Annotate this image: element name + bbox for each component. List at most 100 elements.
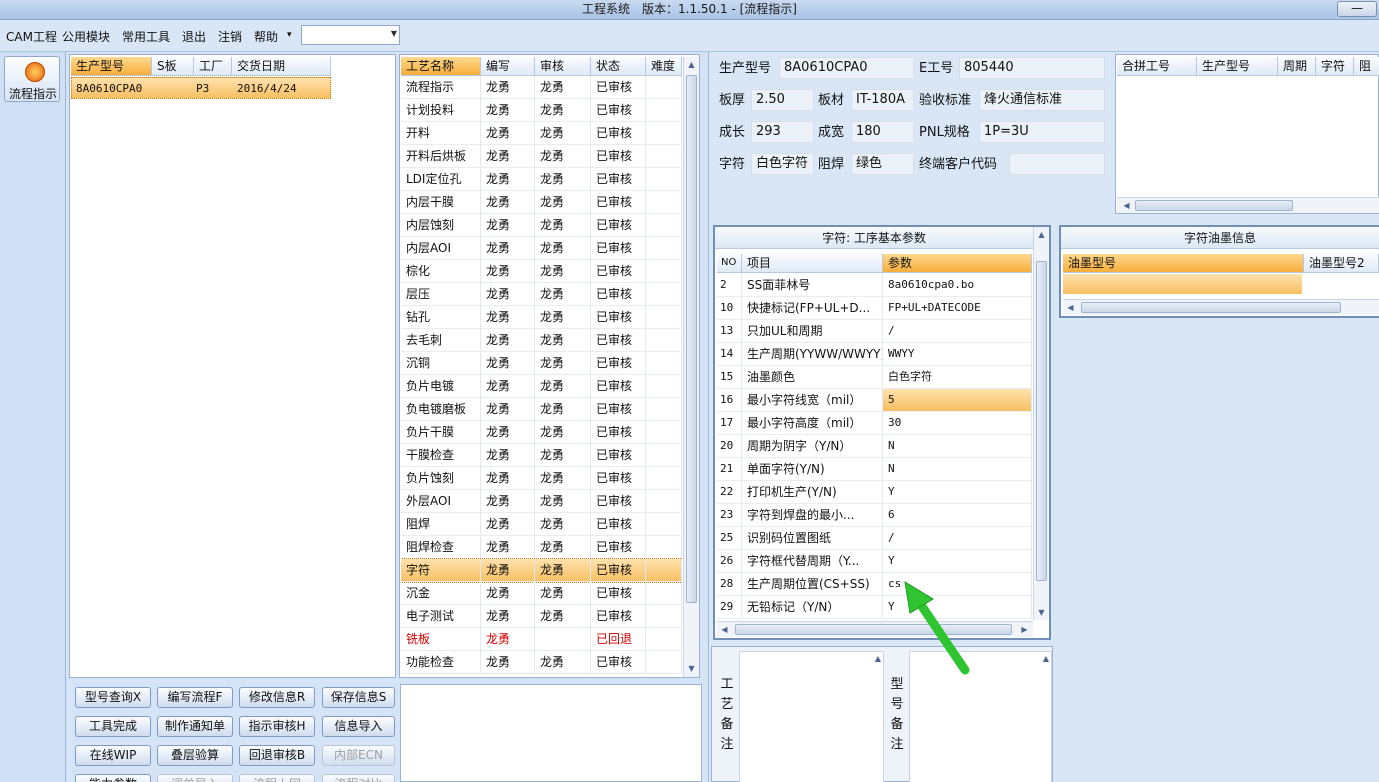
module-combo[interactable]: ▼ <box>301 25 400 45</box>
process-note-field[interactable]: ▲ <box>739 651 884 782</box>
process-col-name[interactable]: 工艺名称 <box>401 57 481 76</box>
scroll-thumb[interactable] <box>686 75 697 603</box>
scroll-up-icon[interactable]: ▲ <box>1043 654 1049 663</box>
menu-cam[interactable]: CAM工程 <box>6 28 57 45</box>
table-row[interactable]: 负片蚀刻 龙勇 龙勇 已审核 <box>401 467 682 490</box>
tool-done-button[interactable]: 工具完成 <box>75 716 151 737</box>
table-row[interactable]: 10 快捷标记(FP+UL+D... FP+UL+DATECODE <box>717 297 1032 320</box>
process-col-reviewer[interactable]: 审核 <box>535 57 591 76</box>
model-field[interactable]: 8A0610CPA0 <box>779 57 914 79</box>
thickness-field[interactable]: 2.50 <box>751 89 814 111</box>
help-dropdown-icon[interactable]: ▾ <box>287 30 292 40</box>
menu-common-modules[interactable]: 公用模块 <box>62 28 110 45</box>
table-row[interactable]: 干膜检查 龙勇 龙勇 已审核 <box>401 444 682 467</box>
table-row[interactable]: 2 SS面菲林号 8a0610cpa0.bo <box>717 274 1032 297</box>
orders-col-date[interactable]: 交货日期 <box>232 57 331 76</box>
orders-col-s[interactable]: S板 <box>152 57 194 76</box>
flow-online-button[interactable]: 流程上网 <box>239 774 315 782</box>
scroll-left-icon[interactable]: ◀ <box>1119 198 1134 213</box>
char-field[interactable]: 白色字符 <box>751 153 814 175</box>
process-col-author[interactable]: 编写 <box>481 57 535 76</box>
table-row[interactable]: 17 最小字符高度（mil） 30 <box>717 412 1032 435</box>
capability-params-button[interactable]: 能力参数 <box>75 774 151 782</box>
merge-hscrollbar[interactable]: ◀ <box>1117 197 1379 213</box>
table-row[interactable]: 沉铜 龙勇 龙勇 已审核 <box>401 352 682 375</box>
ink-col-model[interactable]: 油墨型号 <box>1063 254 1304 273</box>
table-row[interactable]: 阻焊 龙勇 龙勇 已审核 <box>401 513 682 536</box>
table-row[interactable]: 钻孔 龙勇 龙勇 已审核 <box>401 306 682 329</box>
table-row[interactable]: 22 打印机生产(Y/N) Y <box>717 481 1032 504</box>
scroll-thumb[interactable] <box>1081 302 1341 313</box>
process-col-difficulty[interactable]: 难度 <box>646 57 682 76</box>
table-row[interactable]: 8A0610CPA0 P3 2016/4/24 <box>71 77 331 99</box>
table-row[interactable]: 负片干膜 龙勇 龙勇 已审核 <box>401 421 682 444</box>
table-row[interactable]: 字符 龙勇 龙勇 已审核 <box>401 558 682 583</box>
table-row[interactable]: 铣板 龙勇 已回退 <box>401 628 682 651</box>
table-row[interactable]: 21 单面字符(Y/N) N <box>717 458 1032 481</box>
standard-field[interactable]: 烽火通信标准 <box>979 89 1105 111</box>
scroll-up-icon[interactable]: ▲ <box>1034 227 1049 242</box>
scroll-left-icon[interactable]: ◀ <box>1063 300 1078 315</box>
merge-col-job[interactable]: 合拼工号 <box>1117 57 1197 76</box>
ink-hscrollbar[interactable]: ◀ <box>1063 299 1379 315</box>
params-col-item[interactable]: 项目 <box>742 254 883 273</box>
menu-help[interactable]: 帮助 <box>254 28 278 45</box>
internal-ecn-button[interactable]: 内部ECN <box>322 745 395 766</box>
e-number-field[interactable]: 805440 <box>959 57 1105 79</box>
table-row[interactable]: 外层AOI 龙勇 龙勇 已审核 <box>401 490 682 513</box>
table-row[interactable]: 开料后烘板 龙勇 龙勇 已审核 <box>401 145 682 168</box>
table-row[interactable]: 阻焊检查 龙勇 龙勇 已审核 <box>401 536 682 559</box>
save-info-button[interactable]: 保存信息S <box>322 687 395 708</box>
scroll-thumb[interactable] <box>1135 200 1293 211</box>
order-import-button[interactable]: 调单导入 <box>157 774 233 782</box>
scroll-up-icon[interactable]: ▲ <box>875 654 881 663</box>
table-row[interactable]: LDI定位孔 龙勇 龙勇 已审核 <box>401 168 682 191</box>
menu-exit[interactable]: 退出 <box>182 28 206 45</box>
table-row[interactable]: 去毛刺 龙勇 龙勇 已审核 <box>401 329 682 352</box>
customer-code-field[interactable] <box>1009 153 1105 175</box>
table-row[interactable]: 25 识别码位置图纸 / <box>717 527 1032 550</box>
rollback-review-button[interactable]: 回退审核B <box>239 745 315 766</box>
length-field[interactable]: 293 <box>751 121 814 143</box>
merge-col-model[interactable]: 生产型号 <box>1197 57 1278 76</box>
minimize-button[interactable]: — <box>1337 1 1377 17</box>
pnl-field[interactable]: 1P=3U <box>979 121 1105 143</box>
width-field[interactable]: 180 <box>851 121 914 143</box>
table-row[interactable]: 内层AOI 龙勇 龙勇 已审核 <box>401 237 682 260</box>
table-row[interactable]: 15 油墨颜色 白色字符 <box>717 366 1032 389</box>
flow-compare-button[interactable]: 流程对比 <box>322 774 395 782</box>
table-row[interactable]: 负电镀磨板 龙勇 龙勇 已审核 <box>401 398 682 421</box>
edit-info-button[interactable]: 修改信息R <box>239 687 315 708</box>
table-row[interactable]: 层压 龙勇 龙勇 已审核 <box>401 283 682 306</box>
table-row[interactable]: 开料 龙勇 龙勇 已审核 <box>401 122 682 145</box>
table-row[interactable]: 26 字符框代替周期（Y... Y <box>717 550 1032 573</box>
table-row[interactable]: 负片电镀 龙勇 龙勇 已审核 <box>401 375 682 398</box>
params-col-no[interactable]: NO <box>717 254 742 273</box>
scroll-down-icon[interactable]: ▼ <box>1034 605 1049 620</box>
flow-instruction-button[interactable]: 流程指示 <box>4 56 60 102</box>
merge-col-period[interactable]: 周期 <box>1278 57 1316 76</box>
orders-col-model[interactable]: 生产型号 <box>71 57 152 76</box>
material-field[interactable]: IT-180A <box>851 89 914 111</box>
table-row[interactable]: 流程指示 龙勇 龙勇 已审核 <box>401 76 682 99</box>
scroll-up-icon[interactable]: ▲ <box>684 57 699 72</box>
model-query-button[interactable]: 型号查询X <box>75 687 151 708</box>
table-row[interactable]: 29 无铅标记（Y/N） Y <box>717 596 1032 619</box>
process-col-status[interactable]: 状态 <box>591 57 646 76</box>
ink-col-model2[interactable]: 油墨型号2 <box>1304 254 1379 273</box>
ink-selected-row[interactable] <box>1063 274 1302 294</box>
params-vscrollbar[interactable]: ▲ ▼ <box>1033 227 1049 620</box>
table-row[interactable]: 内层蚀刻 龙勇 龙勇 已审核 <box>401 214 682 237</box>
table-row[interactable]: 13 只加UL和周期 / <box>717 320 1032 343</box>
merge-col-char[interactable]: 字符 <box>1316 57 1354 76</box>
table-row[interactable]: 23 字符到焊盘的最小... 6 <box>717 504 1032 527</box>
import-info-button[interactable]: 信息导入 <box>322 716 395 737</box>
table-row[interactable]: 内层干膜 龙勇 龙勇 已审核 <box>401 191 682 214</box>
table-row[interactable]: 功能检查 龙勇 龙勇 已审核 <box>401 651 682 674</box>
process-scrollbar[interactable]: ▲ ▼ <box>683 57 699 677</box>
orders-col-factory[interactable]: 工厂 <box>194 57 232 76</box>
scroll-thumb[interactable] <box>1036 261 1047 581</box>
params-col-value[interactable]: 参数 <box>883 254 1032 273</box>
table-row[interactable]: 20 周期为阴字（Y/N） N <box>717 435 1032 458</box>
scroll-right-icon[interactable]: ▶ <box>1017 622 1032 637</box>
